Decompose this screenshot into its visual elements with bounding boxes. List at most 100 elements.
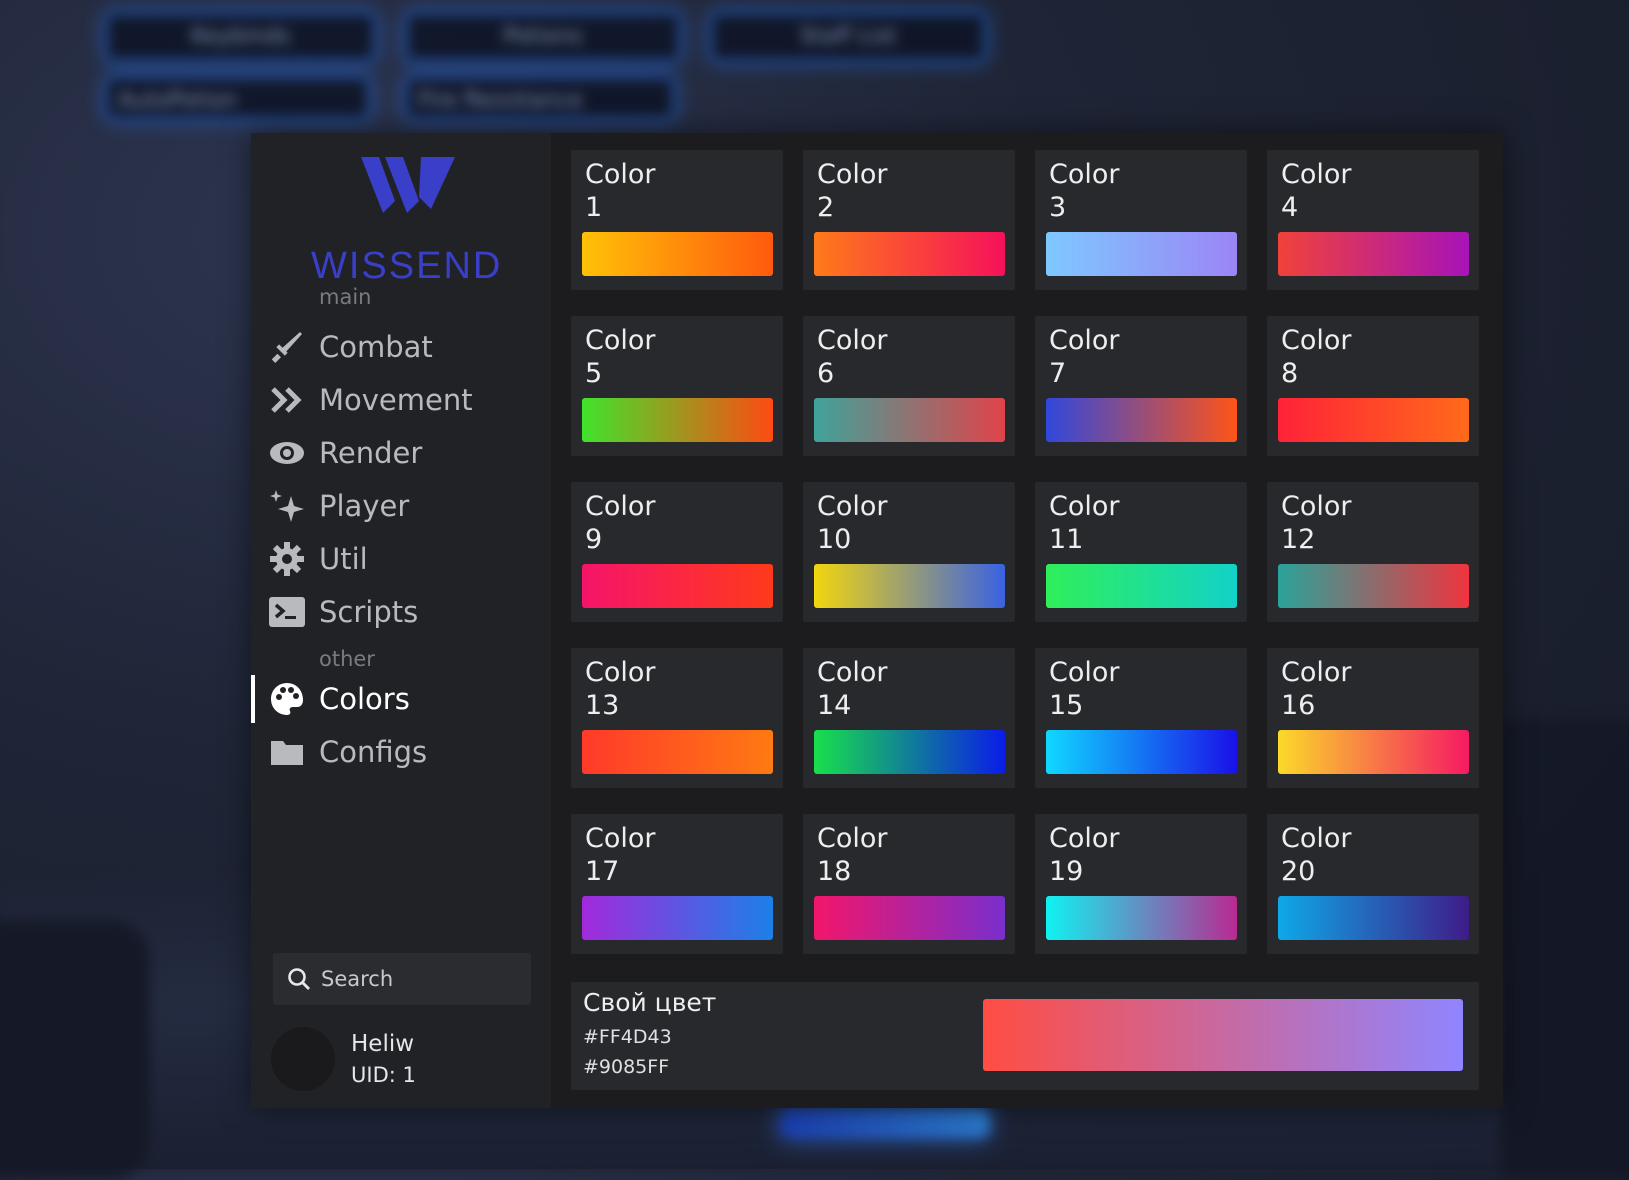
sidebar-item-colors[interactable]: Colors [269, 677, 539, 721]
color-card-number: 10 [817, 524, 852, 555]
color-gradient-swatch[interactable] [1278, 730, 1469, 774]
color-card[interactable]: Color 8 [1267, 316, 1479, 456]
color-gradient-swatch[interactable] [1278, 564, 1469, 608]
custom-color-hex-start[interactable]: #FF4D43 [583, 1026, 672, 1048]
color-card-title: Color 4 [1281, 158, 1352, 224]
color-gradient-swatch[interactable] [1278, 896, 1469, 940]
color-card-label: Color [1049, 491, 1120, 522]
color-card-title: Color 7 [1049, 324, 1120, 390]
color-card[interactable]: Color 15 [1035, 648, 1247, 788]
color-card-number: 17 [585, 856, 620, 887]
color-card-number: 16 [1281, 690, 1316, 721]
avatar[interactable] [271, 1027, 335, 1091]
color-card-title: Color 13 [585, 656, 656, 722]
color-gradient-swatch[interactable] [1278, 398, 1469, 442]
sidebar-item-combat[interactable]: Combat [269, 325, 539, 369]
bg-pill-staff-list: Staff List [710, 12, 986, 62]
color-card-label: Color [817, 325, 888, 356]
client-window: WISSEND main Combat Movement Render Play… [251, 133, 1503, 1108]
color-card[interactable]: Color 16 [1267, 648, 1479, 788]
color-card[interactable]: Color 9 [571, 482, 783, 622]
search-input[interactable]: Search [273, 953, 531, 1005]
color-card[interactable]: Color 6 [803, 316, 1015, 456]
color-card-title: Color 8 [1281, 324, 1352, 390]
color-card-label: Color [585, 657, 656, 688]
sidebar-item-movement[interactable]: Movement [269, 378, 539, 422]
color-gradient-swatch[interactable] [1278, 232, 1469, 276]
sidebar-item-util[interactable]: Util [269, 537, 539, 581]
color-card-number: 6 [817, 358, 835, 389]
sidebar-item-configs[interactable]: Configs [269, 730, 539, 774]
color-gradient-swatch[interactable] [582, 730, 773, 774]
gear-icon [269, 541, 305, 577]
color-card-label: Color [1049, 657, 1120, 688]
color-card[interactable]: Color 2 [803, 150, 1015, 290]
color-gradient-swatch[interactable] [814, 896, 1005, 940]
color-card-label: Color [585, 491, 656, 522]
color-card-number: 11 [1049, 524, 1084, 555]
color-card-label: Color [1281, 325, 1352, 356]
color-card-label: Color [585, 159, 656, 190]
color-card[interactable]: Color 4 [1267, 150, 1479, 290]
custom-color-gradient[interactable] [983, 999, 1463, 1071]
custom-color-hex-end[interactable]: #9085FF [583, 1056, 669, 1078]
color-card[interactable]: Color 19 [1035, 814, 1247, 954]
color-card-title: Color 16 [1281, 656, 1352, 722]
color-card-label: Color [817, 823, 888, 854]
color-card[interactable]: Color 3 [1035, 150, 1247, 290]
color-card[interactable]: Color 1 [571, 150, 783, 290]
color-card[interactable]: Color 10 [803, 482, 1015, 622]
color-card[interactable]: Color 18 [803, 814, 1015, 954]
custom-color-card[interactable]: Свой цвет #FF4D43 #9085FF [571, 982, 1479, 1090]
color-gradient-swatch[interactable] [582, 398, 773, 442]
bg-pill-potions: Potions [405, 12, 681, 62]
color-gradient-swatch[interactable] [1046, 564, 1237, 608]
color-gradient-swatch[interactable] [1046, 398, 1237, 442]
color-gradient-swatch[interactable] [1046, 730, 1237, 774]
bg-hill-right [1500, 720, 1629, 1180]
color-card-number: 2 [817, 192, 835, 223]
sidebar-item-player[interactable]: Player [269, 484, 539, 528]
sidebar-item-scripts[interactable]: Scripts [269, 590, 539, 634]
color-card-label: Color [585, 823, 656, 854]
color-card-title: Color 19 [1049, 822, 1120, 888]
color-card-label: Color [1281, 159, 1352, 190]
color-gradient-swatch[interactable] [582, 232, 773, 276]
color-card-title: Color 15 [1049, 656, 1120, 722]
color-card-number: 14 [817, 690, 852, 721]
color-gradient-swatch[interactable] [1046, 232, 1237, 276]
color-gradient-swatch[interactable] [814, 730, 1005, 774]
color-card-number: 20 [1281, 856, 1316, 887]
color-card-label: Color [1049, 325, 1120, 356]
color-gradient-swatch[interactable] [814, 564, 1005, 608]
color-card-label: Color [1049, 823, 1120, 854]
custom-color-title: Свой цвет [583, 988, 717, 1017]
color-card-label: Color [817, 491, 888, 522]
color-card[interactable]: Color 12 [1267, 482, 1479, 622]
color-card-number: 1 [585, 192, 603, 223]
sidebar-item-render[interactable]: Render [269, 431, 539, 475]
section-label-other: other [319, 647, 375, 671]
color-card-label: Color [1281, 491, 1352, 522]
color-card[interactable]: Color 7 [1035, 316, 1247, 456]
color-card-number: 19 [1049, 856, 1084, 887]
color-card[interactable]: Color 14 [803, 648, 1015, 788]
color-card[interactable]: Color 20 [1267, 814, 1479, 954]
bg-glow-button [780, 1108, 990, 1138]
color-card[interactable]: Color 11 [1035, 482, 1247, 622]
color-card-number: 15 [1049, 690, 1084, 721]
color-gradient-swatch[interactable] [1046, 896, 1237, 940]
color-gradient-swatch[interactable] [582, 896, 773, 940]
color-card-title: Color 3 [1049, 158, 1120, 224]
color-gradient-swatch[interactable] [582, 564, 773, 608]
sidebar-item-label: Colors [319, 682, 410, 716]
search-placeholder: Search [321, 967, 394, 991]
color-gradient-swatch[interactable] [814, 398, 1005, 442]
color-card[interactable]: Color 13 [571, 648, 783, 788]
color-card-number: 18 [817, 856, 852, 887]
sparkles-icon [269, 488, 305, 524]
color-card[interactable]: Color 17 [571, 814, 783, 954]
color-gradient-swatch[interactable] [814, 232, 1005, 276]
color-card[interactable]: Color 5 [571, 316, 783, 456]
color-card-number: 13 [585, 690, 620, 721]
